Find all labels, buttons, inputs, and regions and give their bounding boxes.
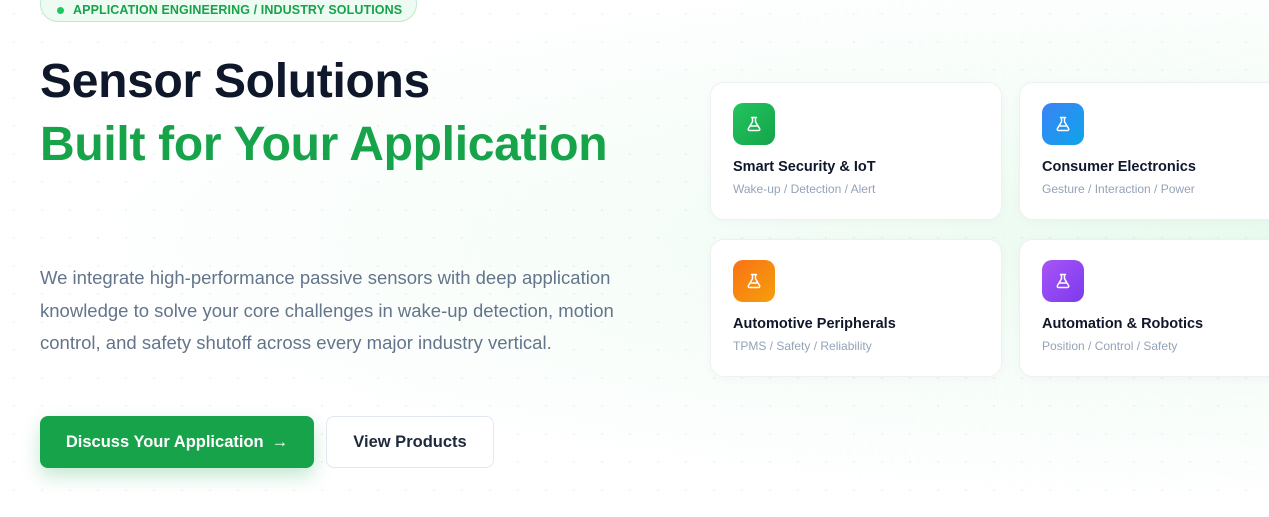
card-subtitle: Position / Control / Safety bbox=[1042, 339, 1178, 353]
flask-icon bbox=[733, 260, 775, 302]
industry-card-consumer-electronics[interactable]: Consumer Electronics Gesture / Interacti… bbox=[1019, 82, 1269, 220]
industry-card-smart-security[interactable]: Smart Security & IoT Wake-up / Detection… bbox=[710, 82, 1002, 220]
view-products-label: View Products bbox=[353, 432, 467, 451]
hero-title-line2: Built for Your Application bbox=[40, 118, 608, 171]
card-subtitle: TPMS / Safety / Reliability bbox=[733, 339, 872, 353]
industry-card-automation-robotics[interactable]: Automation & Robotics Position / Control… bbox=[1019, 239, 1269, 377]
badge-dot bbox=[57, 6, 64, 14]
view-products-button[interactable]: View Products bbox=[326, 416, 494, 468]
card-title: Smart Security & IoT bbox=[733, 159, 876, 175]
hero-description: We integrate high-performance passive se… bbox=[40, 267, 614, 353]
badge-label: APPLICATION ENGINEERING / INDUSTRY SOLUT… bbox=[73, 3, 403, 17]
card-title: Consumer Electronics bbox=[1042, 159, 1196, 175]
card-subtitle: Gesture / Interaction / Power bbox=[1042, 182, 1195, 196]
discuss-application-label: Discuss Your Application bbox=[65, 432, 264, 451]
card-title: Automation & Robotics bbox=[1042, 316, 1204, 332]
discuss-application-button[interactable]: Discuss Your Application → bbox=[40, 416, 314, 468]
card-subtitle: Wake-up / Detection / Alert bbox=[733, 182, 876, 196]
hero-title: Sensor Solutions Built for Your Applicat… bbox=[40, 50, 608, 176]
flask-icon bbox=[1042, 260, 1084, 302]
industry-card-automotive-peripherals[interactable]: Automotive Peripherals TPMS / Safety / R… bbox=[710, 239, 1002, 377]
flask-icon bbox=[733, 103, 775, 145]
flask-icon bbox=[1042, 103, 1084, 145]
section-badge: APPLICATION ENGINEERING / INDUSTRY SOLUT… bbox=[40, 0, 418, 22]
hero-title-line1: Sensor Solutions bbox=[40, 55, 430, 108]
card-title: Automotive Peripherals bbox=[733, 316, 896, 332]
arrow-right-icon: → bbox=[271, 432, 289, 451]
